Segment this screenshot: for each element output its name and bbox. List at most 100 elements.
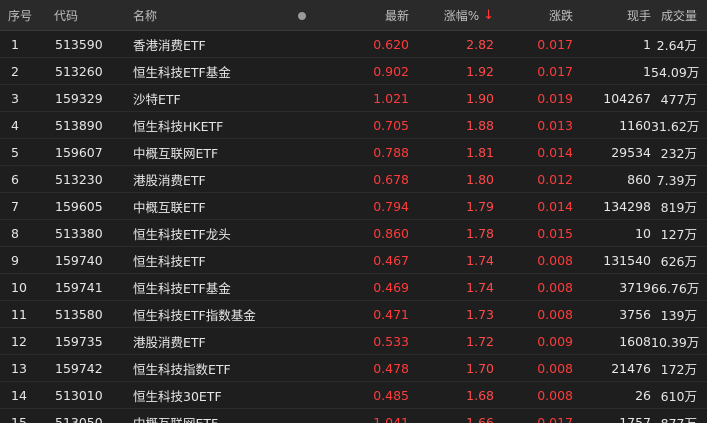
row-volume: 1: [643, 36, 651, 52]
row-volume: 26: [635, 387, 651, 403]
row-code: 513230: [55, 171, 103, 187]
row-name: 恒生科技HKETF: [133, 118, 224, 134]
row-pct: 2.82: [466, 36, 494, 52]
table-row[interactable]: 3 159329 沙特ETF 1.021 1.90 0.019 104267 477万: [0, 85, 707, 112]
row-turnover: 2.64万: [656, 37, 697, 53]
row-pct: 1.79: [466, 198, 494, 214]
row-index: 12: [11, 333, 27, 349]
row-code: 159740: [55, 252, 103, 268]
row-change: 0.017: [537, 63, 573, 79]
row-change: 0.008: [537, 279, 573, 295]
row-turnover: 7.39万: [656, 172, 697, 188]
col-header-code[interactable]: 代码: [46, 6, 131, 24]
row-code: 513260: [55, 63, 103, 79]
row-pct: 1.73: [466, 306, 494, 322]
row-name: 恒生科技ETF指数基金: [133, 307, 256, 323]
table-row[interactable]: 14 513010 恒生科技30ETF 0.485 1.68 0.008 26 610万: [0, 382, 707, 409]
table-row[interactable]: 9 159740 恒生科技ETF 0.467 1.74 0.008 131540 626万: [0, 247, 707, 274]
row-volume: 10: [635, 225, 651, 241]
row-price: 0.788: [373, 144, 409, 160]
row-volume: 1757: [619, 414, 651, 423]
row-turnover: 172万: [660, 361, 697, 377]
table-row[interactable]: 4 513890 恒生科技HKETF 0.705 1.88 0.013 1160 31.62万: [0, 112, 707, 139]
col-header-dot[interactable]: [286, 8, 318, 23]
row-pct: 1.92: [466, 63, 494, 79]
row-turnover: 626万: [660, 253, 697, 269]
row-turnover: 477万: [660, 91, 697, 107]
row-price: 0.860: [373, 225, 409, 241]
row-code: 159741: [55, 279, 103, 295]
row-volume: 21476: [611, 360, 651, 376]
sort-desc-icon: ↓: [483, 8, 494, 23]
row-volume: 131540: [603, 252, 651, 268]
row-turnover: 610万: [660, 388, 697, 404]
table-row[interactable]: 15 513050 中概互联网ETF 1.041 1.66 0.017 1757 877万: [0, 409, 707, 423]
row-index: 8: [11, 225, 19, 241]
row-name: 中概互联网ETF: [133, 415, 219, 423]
row-code: 159607: [55, 144, 103, 160]
row-price: 1.021: [373, 90, 409, 106]
row-turnover: 66.76万: [651, 280, 700, 296]
row-index: 11: [11, 306, 27, 322]
table-row[interactable]: 1 513590 香港消费ETF 0.620 2.82 0.017 1 2.64万: [0, 31, 707, 58]
row-code: 513010: [55, 387, 103, 403]
row-code: 159605: [55, 198, 103, 214]
col-header-change[interactable]: 涨跌: [505, 6, 584, 24]
col-header-name[interactable]: 名称: [131, 6, 286, 24]
row-index: 5: [11, 144, 19, 160]
col-header-pct[interactable]: 涨幅% ↓: [421, 6, 505, 24]
col-header-volume[interactable]: 现手: [584, 6, 651, 24]
row-code: 513890: [55, 117, 103, 133]
row-name: 中概互联网ETF: [133, 145, 219, 161]
row-name: 恒生科技30ETF: [133, 388, 222, 404]
row-index: 6: [11, 171, 19, 187]
row-index: 1: [11, 36, 19, 52]
row-turnover: 877万: [660, 415, 697, 423]
row-price: 0.485: [373, 387, 409, 403]
row-name: 恒生科技ETF基金: [133, 280, 231, 296]
row-price: 0.705: [373, 117, 409, 133]
etf-quote-table: 序号 代码 名称 最新 涨幅% ↓ 涨跌 现手 成交量 1 513590 香港消费ET…: [0, 0, 707, 423]
row-name: 恒生科技ETF龙头: [133, 226, 231, 242]
row-change: 0.014: [537, 198, 573, 214]
row-change: 0.017: [537, 36, 573, 52]
table-row[interactable]: 12 159735 港股消费ETF 0.533 1.72 0.009 1608 10.39万: [0, 328, 707, 355]
table-body: 1 513590 香港消费ETF 0.620 2.82 0.017 1 2.64万 2 51326…: [0, 31, 707, 423]
row-pct: 1.88: [466, 117, 494, 133]
row-code: 159735: [55, 333, 103, 349]
row-index: 10: [11, 279, 27, 295]
col-header-index[interactable]: 序号: [0, 6, 46, 24]
table-row[interactable]: 13 159742 恒生科技指数ETF 0.478 1.70 0.008 21476 172万: [0, 355, 707, 382]
row-turnover: 31.62万: [651, 118, 700, 134]
row-volume: 134298: [603, 198, 651, 214]
row-price: 0.471: [373, 306, 409, 322]
row-pct: 1.74: [466, 279, 494, 295]
row-volume: 1160: [619, 117, 651, 133]
row-change: 0.008: [537, 387, 573, 403]
table-row[interactable]: 6 513230 港股消费ETF 0.678 1.80 0.012 860 7.39万: [0, 166, 707, 193]
row-turnover: 54.09万: [651, 64, 700, 80]
row-index: 2: [11, 63, 19, 79]
table-row[interactable]: 8 513380 恒生科技ETF龙头 0.860 1.78 0.015 10 127万: [0, 220, 707, 247]
row-price: 0.678: [373, 171, 409, 187]
dot-icon: [298, 12, 306, 20]
row-change: 0.019: [537, 90, 573, 106]
col-header-price[interactable]: 最新: [318, 6, 421, 24]
table-row[interactable]: 7 159605 中概互联ETF 0.794 1.79 0.014 134298 819万: [0, 193, 707, 220]
table-row[interactable]: 2 513260 恒生科技ETF基金 0.902 1.92 0.017 1 54.09万: [0, 58, 707, 85]
col-header-turnover[interactable]: 成交量: [651, 6, 707, 24]
row-price: 0.469: [373, 279, 409, 295]
table-row[interactable]: 5 159607 中概互联网ETF 0.788 1.81 0.014 29534 232万: [0, 139, 707, 166]
row-name: 香港消费ETF: [133, 37, 206, 53]
row-volume: 29534: [611, 144, 651, 160]
table-row[interactable]: 10 159741 恒生科技ETF基金 0.469 1.74 0.008 3719 66.76…: [0, 274, 707, 301]
row-name: 港股消费ETF: [133, 172, 206, 188]
row-pct: 1.68: [466, 387, 494, 403]
col-header-pct-label: 涨幅%: [443, 9, 480, 23]
row-code: 159329: [55, 90, 103, 106]
table-row[interactable]: 11 513580 恒生科技ETF指数基金 0.471 1.73 0.008 3756 139…: [0, 301, 707, 328]
row-turnover: 819万: [660, 199, 697, 215]
row-name: 港股消费ETF: [133, 334, 206, 350]
row-pct: 1.90: [466, 90, 494, 106]
row-code: 513580: [55, 306, 103, 322]
